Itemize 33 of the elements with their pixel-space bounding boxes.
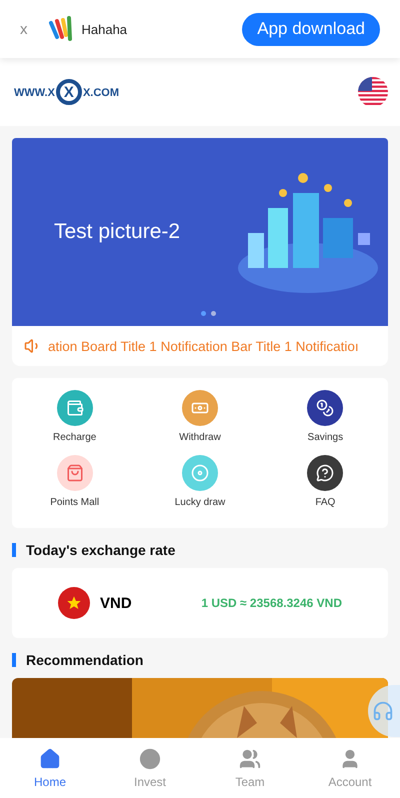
- notice-text: ation Board Title 1 Notification Bar Title 1 Notificatioı: [48, 338, 359, 354]
- shortcut-label[interactable]: FAQ: [315, 497, 336, 508]
- shortcut-icon[interactable]: [307, 455, 344, 491]
- shortcut-label[interactable]: Savings: [308, 432, 344, 443]
- logo-text: WWW.X: [14, 87, 55, 99]
- nav-tab[interactable]: Home: [0, 738, 100, 798]
- banner[interactable]: Test picture-2: [12, 138, 388, 326]
- flag-icon: [58, 587, 90, 619]
- question-bubble-icon: [316, 464, 334, 482]
- banner-title: Test picture-2: [54, 220, 180, 244]
- wallet-icon: [66, 399, 84, 417]
- headset-icon: [372, 700, 394, 722]
- logo-magnifier: X: [56, 79, 82, 105]
- shortcut-label[interactable]: Recharge: [52, 432, 96, 443]
- flag-icon[interactable]: [358, 77, 388, 107]
- shopping-bag-icon: [66, 464, 84, 482]
- home-icon: [39, 748, 61, 770]
- app-name: Hahaha: [82, 22, 128, 36]
- section-heading: Today's exchange rate: [26, 542, 176, 558]
- app-download-button[interactable]: App download: [242, 12, 380, 46]
- exchange-rate: 1 USD ≈ 23568.3246 VND: [201, 596, 342, 610]
- section-heading: Recommendation: [26, 652, 144, 668]
- coins-icon: [316, 399, 334, 417]
- carousel-dot[interactable]: [211, 311, 216, 316]
- people-icon: [239, 748, 261, 770]
- close-button[interactable]: x: [20, 20, 28, 38]
- shortcut-label[interactable]: Lucky draw: [174, 497, 226, 508]
- logo-text: X.COM: [82, 87, 119, 99]
- shortcut-label[interactable]: Withdraw: [179, 432, 221, 443]
- shortcut-label[interactable]: Points Mall: [50, 497, 100, 508]
- currency-code: VND: [100, 594, 133, 612]
- shortcut-icon[interactable]: [307, 390, 344, 426]
- carousel-dot[interactable]: [201, 311, 206, 316]
